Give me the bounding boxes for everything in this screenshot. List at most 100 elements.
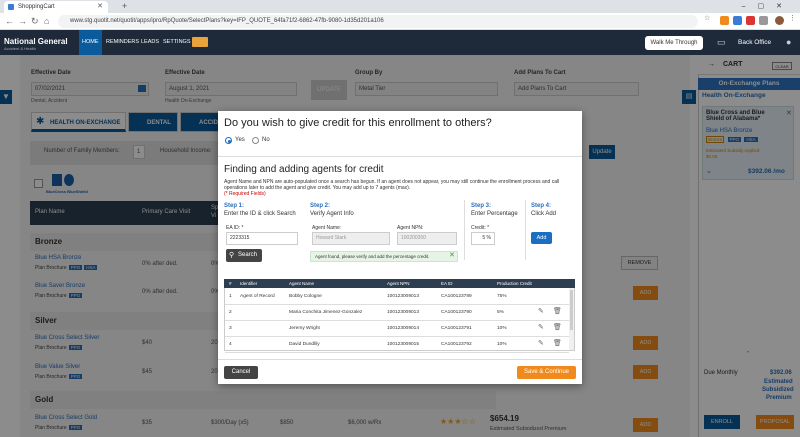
yes-radio[interactable] (225, 137, 232, 144)
menu-icon[interactable]: ⋮ (789, 14, 796, 22)
credit-input[interactable]: 5 % (471, 232, 495, 245)
add-agent-button[interactable]: Add (531, 232, 552, 244)
agent-name-value: Howard Stark (316, 235, 347, 241)
briefcase-icon[interactable] (192, 37, 208, 47)
row-credit: 10% (497, 342, 507, 347)
row-number: 2 (229, 310, 232, 315)
extension-icon[interactable] (746, 16, 755, 25)
trash-icon[interactable]: 🗑 (553, 307, 562, 315)
agent-found-message: Agent found, please verify and add the p… (310, 251, 458, 262)
edit-icon[interactable]: ✎ (538, 307, 544, 315)
user-icon[interactable]: ● (786, 37, 791, 47)
credit-label: Credit: * (471, 225, 490, 231)
row-agent-name: David Dundlily (289, 342, 320, 347)
col-number: # (229, 281, 232, 286)
agent-name-input: Howard Stark (312, 232, 390, 245)
forward-icon[interactable]: → (18, 13, 27, 30)
row-number: 4 (229, 342, 232, 347)
row-credit: 75% (497, 294, 507, 299)
row-credit: 5% (497, 310, 504, 315)
ea-id-value: 2223315 (230, 235, 250, 241)
agent-npn-label: Agent NPN: (397, 225, 424, 231)
modal-heading: Finding and adding agents for credit (224, 164, 384, 175)
browser-tabstrip (0, 0, 800, 13)
extension-icon[interactable] (733, 16, 742, 25)
chat-icon[interactable]: ▭ (717, 37, 726, 48)
browser-tab[interactable]: ShoppingCart ✕ (4, 1, 108, 13)
edit-icon[interactable]: ✎ (538, 323, 544, 331)
extension-icon[interactable] (759, 16, 768, 25)
star-icon[interactable]: ☆ (704, 14, 710, 22)
logo-text: National General (4, 37, 68, 46)
row-credit: 10% (497, 326, 507, 331)
url-text: www.stg.quotit.net/quotit/apps/ipro/RpQu… (70, 18, 384, 24)
back-icon[interactable]: ← (5, 13, 14, 30)
col-ea-id: EA ID (441, 281, 453, 286)
modal-question: Do you wish to give credit for this enro… (224, 117, 492, 129)
agent-name-label: Agent Name: (312, 225, 342, 231)
step3-sub: Enter Percentage (471, 211, 518, 217)
row-agent-npn: 100123009015 (387, 342, 420, 347)
col-production-credit: Production Credit (497, 281, 532, 286)
row-identifier: Agent of Record (240, 294, 275, 299)
save-continue-button[interactable]: Save & Continue (517, 366, 576, 379)
logo: National General Accident & Health (4, 37, 68, 51)
scrollbar-thumb[interactable] (570, 290, 573, 330)
nav-home[interactable]: HOME (79, 30, 102, 55)
row-number: 3 (229, 326, 232, 331)
step2-sub: Verify Agent Info (310, 211, 354, 217)
window-controls[interactable]: –▢✕ (742, 0, 794, 13)
row-agent-name: Jeremy Wright (289, 326, 320, 331)
row-agent-name: Bobby Cologne (289, 294, 322, 299)
row-number: 1 (229, 294, 232, 299)
search-icon: ⚲ (229, 252, 235, 259)
step1-label: Step 1: (224, 203, 245, 209)
no-radio[interactable] (252, 137, 259, 144)
divider (218, 156, 582, 157)
agent-npn-value: 100200300 (401, 235, 427, 241)
edit-icon[interactable]: ✎ (538, 339, 544, 347)
step4-label: Step 4: (531, 203, 552, 209)
step3-label: Step 3: (471, 203, 492, 209)
address-bar[interactable]: www.stg.quotit.net/quotit/apps/ipro/RpQu… (58, 15, 698, 28)
search-label: Search (238, 252, 258, 258)
home-icon[interactable]: ⌂ (44, 13, 49, 30)
favicon-icon (8, 4, 14, 10)
col-identifier: Identifier (240, 281, 258, 286)
close-tab-icon[interactable]: ✕ (97, 1, 103, 13)
extension-icon[interactable] (720, 16, 729, 25)
row-agent-npn: 100123009014 (387, 326, 420, 331)
walk-me-through-button[interactable]: Walk Me Through (645, 36, 703, 50)
tab-title: ShoppingCart (18, 4, 55, 10)
profile-avatar[interactable] (775, 16, 784, 25)
nav-settings[interactable]: SETTINGS (160, 30, 194, 55)
row-ea-id: CA100123790 (441, 310, 472, 315)
logo-subtext: Accident & Health (4, 46, 36, 51)
cancel-button[interactable]: Cancel (224, 366, 258, 379)
step4-sub: Click Add (531, 211, 557, 217)
no-label[interactable]: No (262, 137, 270, 143)
divider (218, 359, 582, 360)
agent-npn-input: 100200300 (397, 232, 457, 245)
new-tab-icon[interactable]: + (122, 0, 127, 13)
divider (525, 200, 526, 260)
modal-instructions: Agent Name and NPN are auto-populated on… (224, 179, 560, 191)
ea-id-input[interactable]: 2223315 (226, 232, 298, 245)
row-ea-id: CA100123792 (441, 342, 472, 347)
trash-icon[interactable]: 🗑 (553, 339, 562, 347)
col-agent-npn: Agent NPN (387, 281, 410, 286)
credit-value: 5 % (482, 235, 491, 241)
found-text: Agent found, please verify and add the p… (315, 254, 430, 259)
trash-icon[interactable]: 🗑 (553, 323, 562, 331)
required-note: (* Required Fields) (224, 191, 266, 197)
yes-label[interactable]: Yes (235, 137, 245, 143)
back-office-link[interactable]: Back Office (738, 30, 771, 55)
step1-sub: Enter the ID & click Search (224, 211, 296, 217)
reload-icon[interactable]: ↻ (31, 13, 39, 30)
nav-leads[interactable]: LEADS (138, 30, 162, 55)
row-agent-name: Maria Conchita Jimenez-Gonzalez (289, 310, 363, 315)
nav-reminders[interactable]: REMINDERS (103, 30, 142, 55)
dismiss-icon[interactable]: ✕ (449, 251, 455, 261)
divider (464, 200, 465, 260)
row-ea-id: CA100123789 (441, 294, 472, 299)
